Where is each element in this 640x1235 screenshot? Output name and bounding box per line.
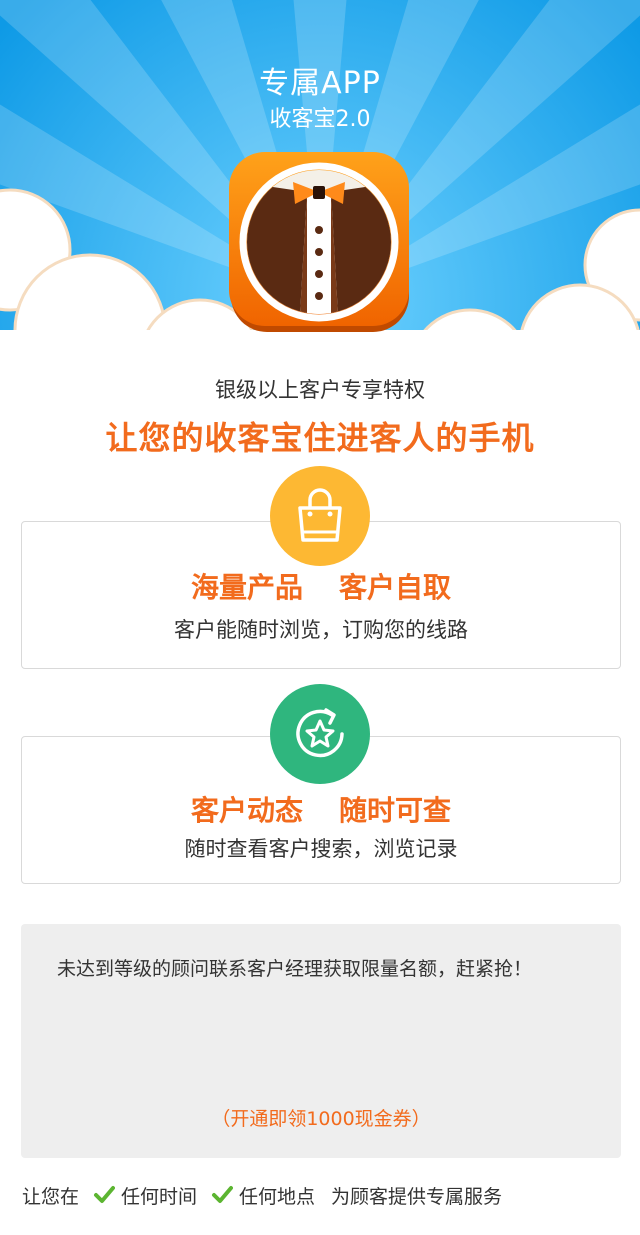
footer-tagline: 让您在 任何时间 任何地点 为顾客提供专属服务 — [22, 1180, 502, 1210]
notice-panel: 未达到等级的顾问联系客户经理获取限量名额，赶紧抢！ （开通即领1000现金券） — [21, 924, 621, 1158]
feature-description: 客户能随时浏览，订购您的线路 — [174, 618, 468, 642]
refresh-star-icon — [270, 684, 370, 784]
footer-suffix: 为顾客提供专属服务 — [331, 1185, 503, 1208]
feature-title: 客户动态 随时可查 — [22, 789, 620, 829]
app-title: 专属APP — [259, 66, 381, 101]
feature-title: 海量产品 客户自取 — [22, 566, 620, 606]
footer-item-anytime: 任何时间 — [121, 1185, 198, 1208]
feature-title-right: 客户自取 — [339, 571, 452, 604]
footer-prefix: 让您在 — [22, 1185, 80, 1208]
main-headline: 让您的收客宝住进客人的手机 — [105, 419, 535, 457]
cash-coupon-offer: （开通即领1000现金券） — [211, 1108, 431, 1130]
app-subtitle: 收客宝2.0 — [269, 107, 371, 132]
feature-title-left: 客户动态 — [190, 794, 303, 827]
shopping-bag-icon — [270, 466, 370, 566]
feature-title-right: 随时可查 — [339, 794, 452, 827]
footer-item-anywhere: 任何地点 — [239, 1185, 316, 1208]
feature-description: 随时查看客户搜索，浏览记录 — [184, 837, 458, 861]
tuxedo-app-icon — [229, 152, 409, 332]
notice-text: 未达到等级的顾问联系客户经理获取限量名额，赶紧抢！ — [57, 958, 533, 980]
privilege-subheading: 银级以上客户专享特权 — [215, 378, 425, 402]
checkmark-icon — [212, 1186, 234, 1203]
checkmark-icon — [94, 1186, 116, 1203]
hero-banner: 专属APP 收客宝2.0 — [0, 0, 640, 380]
feature-title-left: 海量产品 — [190, 571, 303, 604]
